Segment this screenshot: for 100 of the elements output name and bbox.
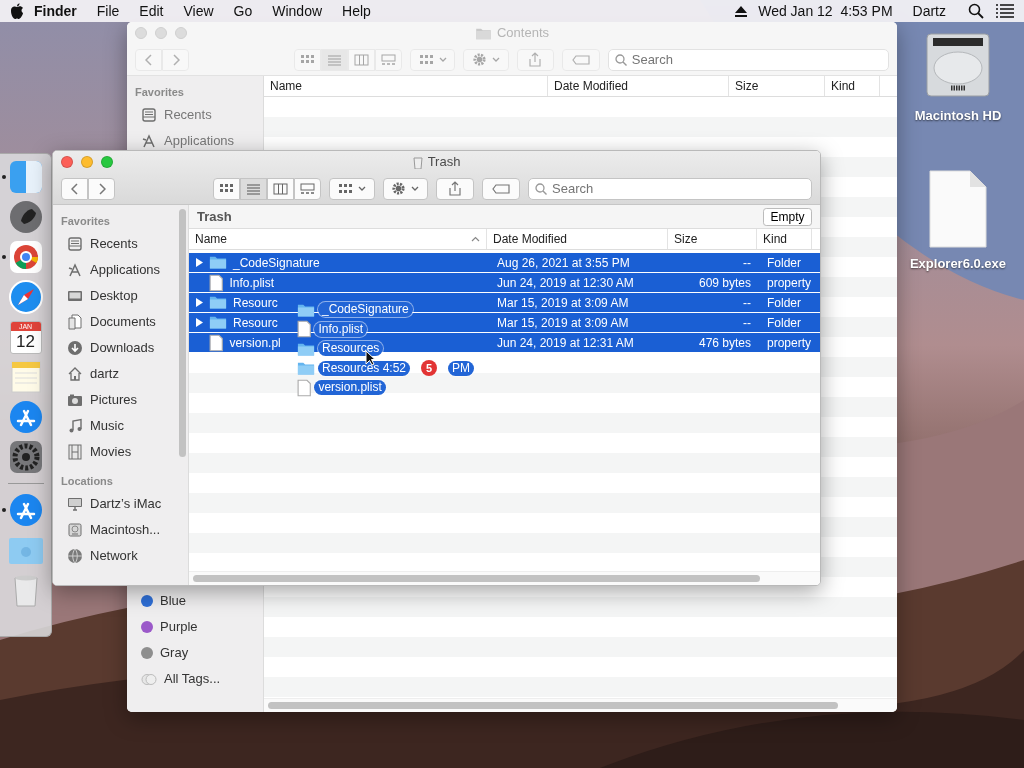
- drag-label: version.plist: [314, 380, 386, 396]
- tag-button[interactable]: [482, 177, 521, 200]
- disclosure-triangle-icon[interactable]: [195, 298, 203, 307]
- share-icon: [529, 52, 542, 67]
- gear-icon[interactable]: [7, 439, 44, 475]
- file-name: version.pl: [229, 334, 281, 352]
- desktop-icon-label[interactable]: Explorer6.0.exe: [909, 254, 1007, 274]
- compass-icon[interactable]: [7, 279, 44, 315]
- sidebar-item[interactable]: Documents: [90, 312, 156, 332]
- file-row[interactable]: Info.plist Jun 24, 2019 at 12:30 AM 609 bytes property: [189, 273, 820, 292]
- column-header[interactable]: Date Modified: [548, 76, 729, 96]
- close-button[interactable]: [135, 27, 147, 39]
- menu-item[interactable]: View: [173, 0, 224, 22]
- arrange-button[interactable]: [328, 177, 375, 200]
- sidebar-item[interactable]: Purple: [160, 617, 198, 637]
- scrollbar[interactable]: [268, 702, 838, 709]
- sidebar-item[interactable]: dartz: [90, 364, 119, 384]
- search-field[interactable]: Search: [607, 48, 889, 71]
- sidebar-item[interactable]: Network: [90, 546, 138, 566]
- back-button[interactable]: [61, 177, 88, 200]
- music-note-icon: [67, 418, 83, 434]
- kind-cell-text: Folder: [766, 254, 802, 272]
- column-header[interactable]: Size: [729, 76, 825, 96]
- grid-icon: [299, 53, 315, 66]
- user-menu[interactable]: Dartz: [902, 0, 956, 22]
- empty-button[interactable]: Empty: [763, 207, 812, 226]
- scrollbar[interactable]: [193, 575, 760, 582]
- document-icon[interactable]: [929, 170, 987, 248]
- menu-item[interactable]: File: [86, 0, 130, 22]
- caret-icon: [438, 56, 447, 63]
- clock[interactable]: Wed Jan 12 4:53 PM: [748, 0, 903, 22]
- forward-button[interactable]: [88, 177, 115, 200]
- disclosure-triangle-icon[interactable]: [195, 258, 203, 267]
- sidebar-item[interactable]: Downloads: [90, 338, 155, 358]
- chevron-left-icon: [70, 182, 79, 195]
- file-name: _CodeSignature: [233, 254, 320, 272]
- action-button[interactable]: [382, 177, 429, 200]
- grid-icon: [418, 54, 434, 65]
- search-icon: [614, 53, 627, 66]
- menu-item[interactable]: Window: [262, 0, 333, 22]
- list-view-button[interactable]: [239, 177, 267, 200]
- tags-icon: [141, 672, 157, 686]
- sidebar-item[interactable]: Movies: [90, 442, 132, 462]
- list-icon[interactable]: [996, 4, 1014, 18]
- sidebar-item[interactable]: Recents: [164, 105, 212, 125]
- column-header[interactable]: Name: [264, 76, 548, 96]
- drag-label: _CodeSignature: [318, 302, 413, 318]
- disclosure-triangle-icon[interactable]: [195, 318, 203, 327]
- sidebar-item[interactable]: Recents: [90, 234, 138, 254]
- path-label: Trash: [197, 207, 232, 226]
- tag-icon: [492, 183, 511, 194]
- sidebar-item[interactable]: Gray: [160, 643, 189, 663]
- document-icon: [209, 333, 224, 352]
- gear-icon: [391, 181, 407, 196]
- zoom-button[interactable]: [175, 27, 187, 39]
- app-menu[interactable]: Finder: [24, 0, 87, 22]
- sidebar-item[interactable]: All Tags...: [164, 669, 221, 689]
- menu-item[interactable]: Edit: [129, 0, 174, 22]
- eject-icon[interactable]: [734, 5, 749, 17]
- column-header[interactable]: Kind: [825, 76, 880, 96]
- house-icon: [67, 366, 83, 382]
- gallery-icon: [380, 53, 396, 66]
- app-store-icon[interactable]: [7, 492, 44, 528]
- apple-icon[interactable]: [10, 3, 24, 19]
- share-icon: [449, 181, 462, 196]
- sidebar-item[interactable]: Desktop: [90, 286, 138, 306]
- hard-drive-icon[interactable]: [923, 32, 993, 100]
- column-header[interactable]: Date Modified: [487, 229, 668, 249]
- sidebar-item[interactable]: Applications: [90, 260, 161, 280]
- sidebar-item[interactable]: Dartz’s iMac: [90, 494, 162, 514]
- icon-view-button[interactable]: [212, 177, 240, 200]
- column-header[interactable]: Name: [189, 229, 487, 249]
- gallery-view-button[interactable]: [293, 177, 321, 200]
- menu-item[interactable]: Go: [223, 0, 263, 22]
- sidebar-item[interactable]: Applications: [164, 131, 235, 151]
- column-header[interactable]: Kind: [757, 229, 812, 249]
- grid-icon: [337, 183, 353, 194]
- file-row[interactable]: _CodeSignature Aug 26, 2021 at 3:55 PM -- Folder: [189, 253, 820, 272]
- sidebar-item[interactable]: Pictures: [90, 390, 137, 410]
- desktop-icon-label[interactable]: Macintosh HD: [914, 106, 1002, 126]
- column-view-button[interactable]: [266, 177, 294, 200]
- sidebar-item[interactable]: Music: [90, 416, 124, 436]
- share-button[interactable]: [436, 177, 475, 200]
- applications-icon: [141, 133, 157, 149]
- gear-icon: [471, 52, 487, 67]
- sidebar-item[interactable]: Blue: [160, 591, 187, 611]
- section-heading: Locations: [61, 473, 114, 489]
- menu-item[interactable]: Help: [332, 0, 381, 22]
- minimize-button[interactable]: [155, 27, 167, 39]
- drive-icon: [67, 522, 83, 538]
- search-field[interactable]: Search: [528, 177, 812, 200]
- search-icon[interactable]: [968, 3, 984, 19]
- sidebar-item[interactable]: Macintosh...: [90, 520, 161, 540]
- app-store-icon[interactable]: [7, 399, 44, 435]
- tag-icon: [571, 54, 590, 65]
- browser-icon[interactable]: [7, 239, 44, 275]
- desktop-icon: [67, 288, 83, 304]
- documents-icon: [67, 314, 83, 330]
- column-header[interactable]: Size: [668, 229, 757, 249]
- scrollbar[interactable]: [179, 209, 186, 457]
